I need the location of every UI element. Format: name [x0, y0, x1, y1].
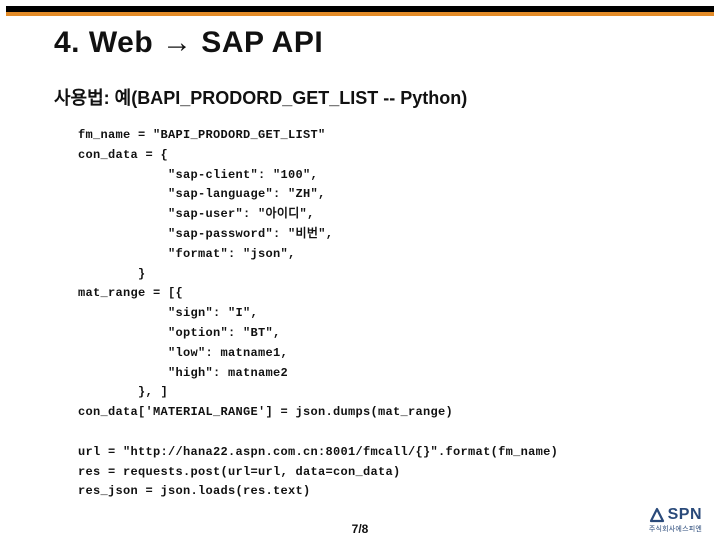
code-block: fm_name = "BAPI_PRODORD_GET_LIST" con_da… — [78, 126, 720, 502]
page-title: 4. Web → SAP API — [54, 26, 720, 60]
page-number: 7/8 — [352, 522, 369, 536]
accent-bar — [6, 12, 714, 16]
logo-text: SPN — [668, 506, 702, 524]
logo: SPN 주식회사에스피엔 — [648, 506, 702, 534]
logo-subtitle: 주식회사에스피엔 — [649, 524, 702, 534]
logo-icon — [648, 506, 666, 524]
logo-main: SPN — [648, 506, 702, 524]
subtitle: 사용법: 예(BAPI_PRODORD_GET_LIST -- Python) — [54, 84, 720, 110]
